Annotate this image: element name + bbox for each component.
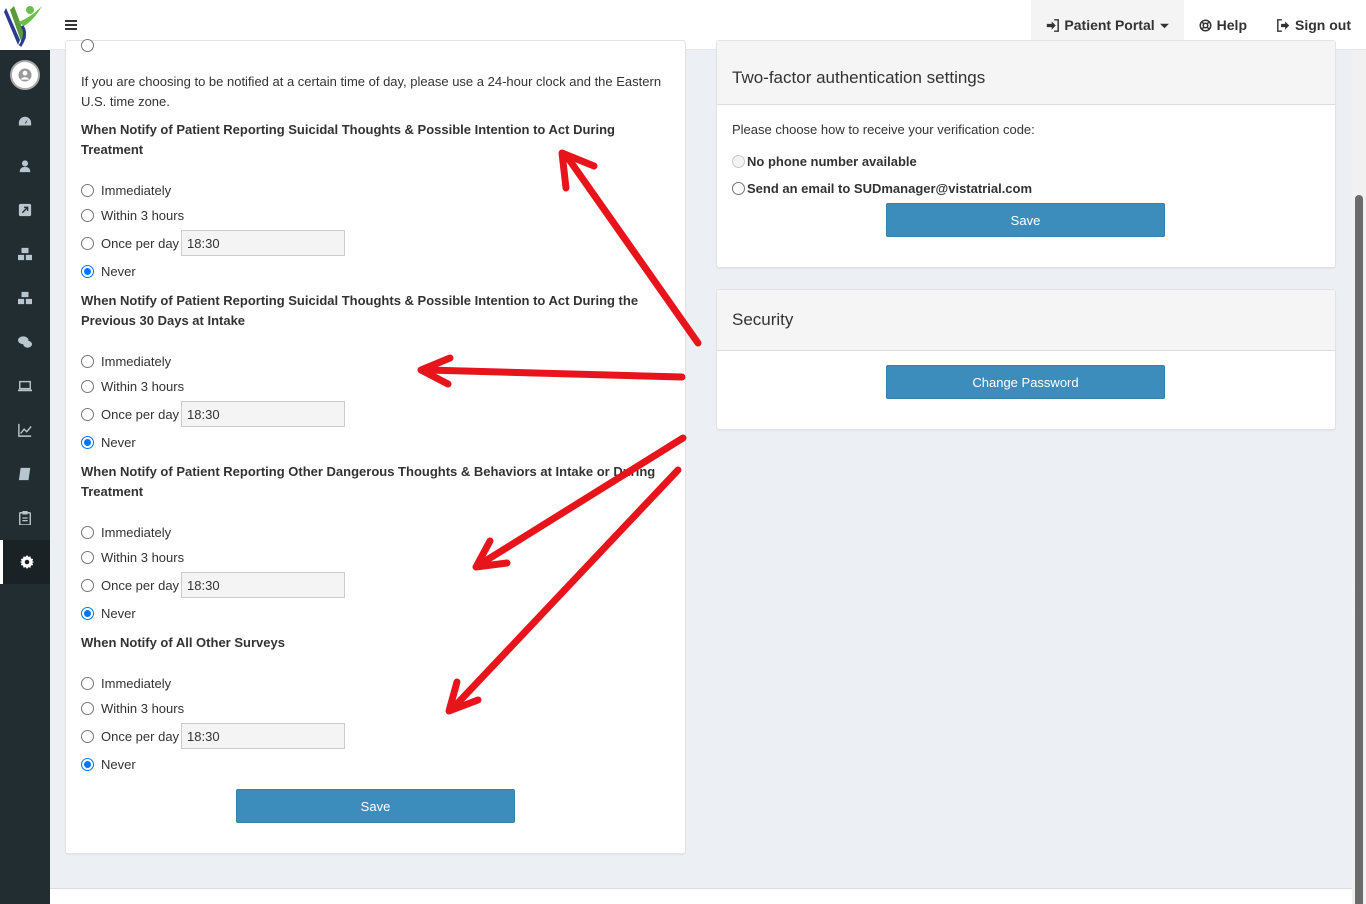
sidebar-item-cubes-1[interactable] [0,232,50,276]
sign-out-label: Sign out [1295,17,1351,33]
scrollbar-thumb-lower[interactable] [1355,622,1363,904]
page-scrollbar[interactable] [1352,50,1366,904]
option-label: Once per day [101,728,180,744]
app-logo[interactable] [0,0,50,50]
patient-portal-label: Patient Portal [1064,17,1155,33]
avatar [10,60,40,90]
q4-never-radio[interactable]: Never [81,754,136,774]
q1-immediately-radio[interactable]: Immediately [81,180,171,200]
q4-immediately-radio[interactable]: Immediately [81,673,171,693]
option-label: Within 3 hours [101,207,185,223]
gear-icon [19,555,34,569]
sidebar-item-profile[interactable] [0,53,50,97]
notifications-save-button[interactable]: Save [236,789,515,823]
option-label: Immediately [101,353,172,369]
option-label: Never [101,263,136,279]
option-label: Once per day [101,577,180,593]
q3-never-radio[interactable]: Never [81,603,136,623]
q1-never-radio[interactable]: Never [81,261,136,281]
security-title: Security [717,290,1335,351]
q4-within3-radio[interactable]: Within 3 hours [81,698,184,718]
option-label: Within 3 hours [101,549,185,565]
option-label: Once per day [101,235,180,251]
scrollbar-thumb[interactable] [1355,195,1363,635]
book-icon [18,467,31,481]
q1-time-input[interactable]: 18:30 [181,230,346,256]
sign-in-icon [1047,18,1060,32]
q4-once-radio[interactable]: Once per day 18:30 [81,723,346,749]
dashboard-icon [18,116,32,126]
change-password-button[interactable]: Change Password [886,365,1165,399]
sidebar-item-user[interactable] [0,144,50,188]
sidebar-item-dashboard[interactable] [0,100,50,144]
verification-prompt: Please choose how to receive your verifi… [732,122,1035,137]
clipboard-icon [19,511,31,525]
scrollbar-thumb-secondary[interactable] [1355,588,1363,616]
sidebar-item-chat[interactable] [0,320,50,364]
sidebar [0,0,50,904]
option-label: Never [101,434,136,450]
option-label: Never [101,605,136,621]
sidebar-item-laptop[interactable] [0,364,50,408]
partial-radio[interactable] [81,39,101,55]
option-label: Immediately [101,182,172,198]
email-option-label: Send an email to SUDmanager@vistatrial.c… [747,180,1033,196]
q1-within3-radio[interactable]: Within 3 hours [81,205,184,225]
q2-time-input[interactable]: 18:30 [181,401,346,427]
q2-immediately-radio[interactable]: Immediately [81,351,171,371]
sign-out-icon [1277,18,1290,32]
q3-once-radio[interactable]: Once per day 18:30 [81,572,346,598]
sidebar-item-clipboard[interactable] [0,496,50,540]
option-label: Once per day [101,406,180,422]
cubes-icon [18,291,32,305]
sidebar-item-settings[interactable] [0,540,50,584]
question-title-1: When Notify of Patient Reporting Suicida… [81,122,615,157]
page-footer [50,888,1352,904]
sidebar-item-chart[interactable] [0,408,50,452]
user-icon [19,160,31,173]
q4-time-input[interactable]: 18:30 [181,723,346,749]
two-factor-title: Two-factor authentication settings [717,41,1335,105]
q3-immediately-radio[interactable]: Immediately [81,522,171,542]
option-label: Within 3 hours [101,378,185,394]
hamburger-icon [65,20,77,30]
question-title-2: When Notify of Patient Reporting Suicida… [81,293,639,328]
wechat-icon [18,336,32,348]
phone-option-radio: No phone number available [732,151,917,171]
q3-within3-radio[interactable]: Within 3 hours [81,547,184,567]
question-title-4: When Notify of All Other Surveys [81,635,285,650]
security-panel: Security [716,289,1336,430]
cubes-icon [18,247,32,261]
life-ring-icon [1199,18,1212,32]
sidebar-item-external[interactable] [0,188,50,232]
q2-never-radio[interactable]: Never [81,432,136,452]
option-label: Immediately [101,524,172,540]
sidebar-item-book[interactable] [0,452,50,496]
option-label: Within 3 hours [101,700,185,716]
help-label: Help [1216,17,1247,33]
caret-down-icon [1159,23,1169,28]
question-title-3: When Notify of Patient Reporting Other D… [81,464,656,499]
q1-once-radio[interactable]: Once per day 18:30 [81,230,346,256]
q3-time-input[interactable]: 18:30 [181,572,346,598]
q2-once-radio[interactable]: Once per day 18:30 [81,401,346,427]
external-link-icon [18,203,32,217]
sidebar-item-cubes-2[interactable] [0,276,50,320]
option-label: Immediately [101,675,172,691]
option-label: Never [101,756,136,772]
laptop-icon [18,380,32,392]
time-zone-note: If you are choosing to be notified at a … [81,74,662,109]
line-chart-icon [18,423,32,437]
tfa-save-button[interactable]: Save [886,203,1165,237]
phone-option-label: No phone number available [747,153,917,169]
email-option-radio[interactable]: Send an email to SUDmanager@vistatrial.c… [732,178,1032,198]
q2-within3-radio[interactable]: Within 3 hours [81,376,184,396]
